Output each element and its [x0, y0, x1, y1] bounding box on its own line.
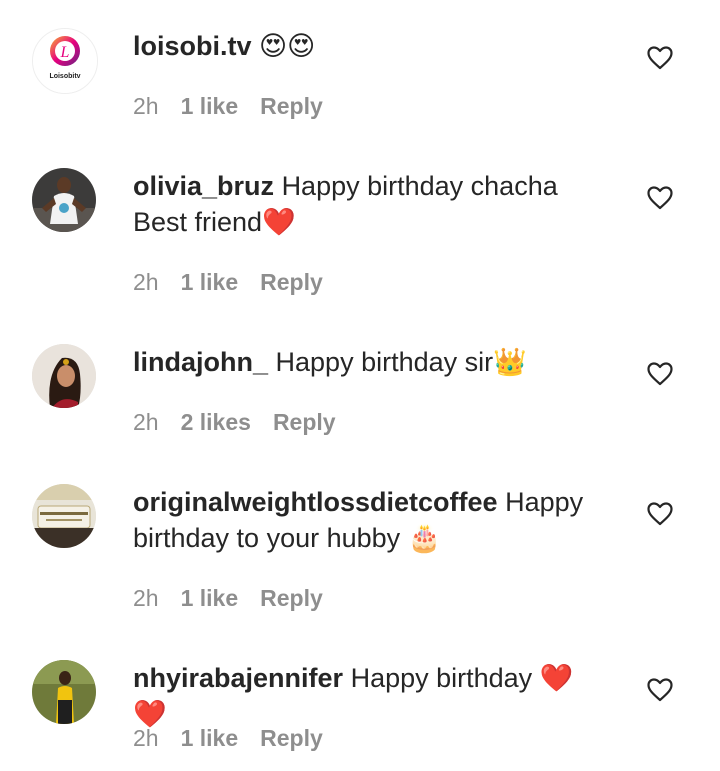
like-heart-icon[interactable]: [647, 678, 673, 702]
comment-text-line: originalweightlossdietcoffee Happy birth…: [133, 484, 603, 556]
comment-text-line: lindajohn_ Happy birthday sir👑: [133, 344, 603, 380]
loisobi-logo-icon: L Loisobitv: [33, 29, 97, 93]
comment-text-line: olivia_bruz Happy birthday chacha Best f…: [133, 168, 603, 240]
reply-button[interactable]: Reply: [260, 269, 323, 295]
likes-count[interactable]: 1 like: [181, 585, 239, 611]
likes-count[interactable]: 2 likes: [181, 409, 251, 435]
avatar[interactable]: [32, 344, 96, 408]
reply-button[interactable]: Reply: [260, 93, 323, 119]
comment-text: 😍😍: [259, 31, 316, 61]
avatar[interactable]: [32, 168, 96, 232]
like-heart-icon[interactable]: [647, 46, 673, 70]
comment-meta: 2h 1 like Reply: [133, 724, 345, 752]
comment-time: 2h: [133, 725, 159, 751]
comment-meta: 2h 1 like Reply: [133, 268, 345, 296]
username-link[interactable]: nhyirabajennifer: [133, 663, 343, 693]
username-link[interactable]: loisobi.tv: [133, 31, 252, 61]
user-photo-icon: [32, 344, 96, 408]
product-photo-icon: [32, 484, 96, 548]
username-link[interactable]: originalweightlossdietcoffee: [133, 487, 498, 517]
comment-body: olivia_bruz Happy birthday chacha Best f…: [133, 168, 603, 240]
comment-time: 2h: [133, 269, 159, 295]
likes-count[interactable]: 1 like: [181, 725, 239, 751]
comment-time: 2h: [133, 409, 159, 435]
likes-count[interactable]: 1 like: [181, 269, 239, 295]
comment-text-line: loisobi.tv 😍😍: [133, 28, 603, 64]
like-heart-icon[interactable]: [647, 362, 673, 386]
reply-button[interactable]: Reply: [260, 725, 323, 751]
comment-meta: 2h 1 like Reply: [133, 92, 345, 120]
avatar[interactable]: [32, 484, 96, 548]
comment-time: 2h: [133, 585, 159, 611]
comment-text-line: nhyirabajennifer Happy birthday ❤️❤️: [133, 660, 603, 732]
like-heart-icon[interactable]: [647, 186, 673, 210]
svg-text:L: L: [60, 44, 70, 61]
comment-time: 2h: [133, 93, 159, 119]
comment-meta: 2h 2 likes Reply: [133, 408, 358, 436]
comment-meta: 2h 1 like Reply: [133, 584, 345, 612]
comment-text: Happy birthday sir👑: [275, 347, 527, 377]
comment-body: loisobi.tv 😍😍: [133, 28, 603, 64]
reply-button[interactable]: Reply: [273, 409, 336, 435]
likes-count[interactable]: 1 like: [181, 93, 239, 119]
like-heart-icon[interactable]: [647, 502, 673, 526]
comment-body: originalweightlossdietcoffee Happy birth…: [133, 484, 603, 556]
avatar[interactable]: [32, 660, 96, 724]
username-link[interactable]: olivia_bruz: [133, 171, 274, 201]
user-photo-icon: [32, 660, 96, 724]
user-photo-icon: [32, 168, 96, 232]
svg-text:Loisobitv: Loisobitv: [49, 73, 80, 80]
username-link[interactable]: lindajohn_: [133, 347, 268, 377]
reply-button[interactable]: Reply: [260, 585, 323, 611]
comment-body: lindajohn_ Happy birthday sir👑: [133, 344, 603, 380]
avatar[interactable]: L Loisobitv: [32, 28, 98, 94]
comment-body: nhyirabajennifer Happy birthday ❤️❤️: [133, 660, 603, 732]
